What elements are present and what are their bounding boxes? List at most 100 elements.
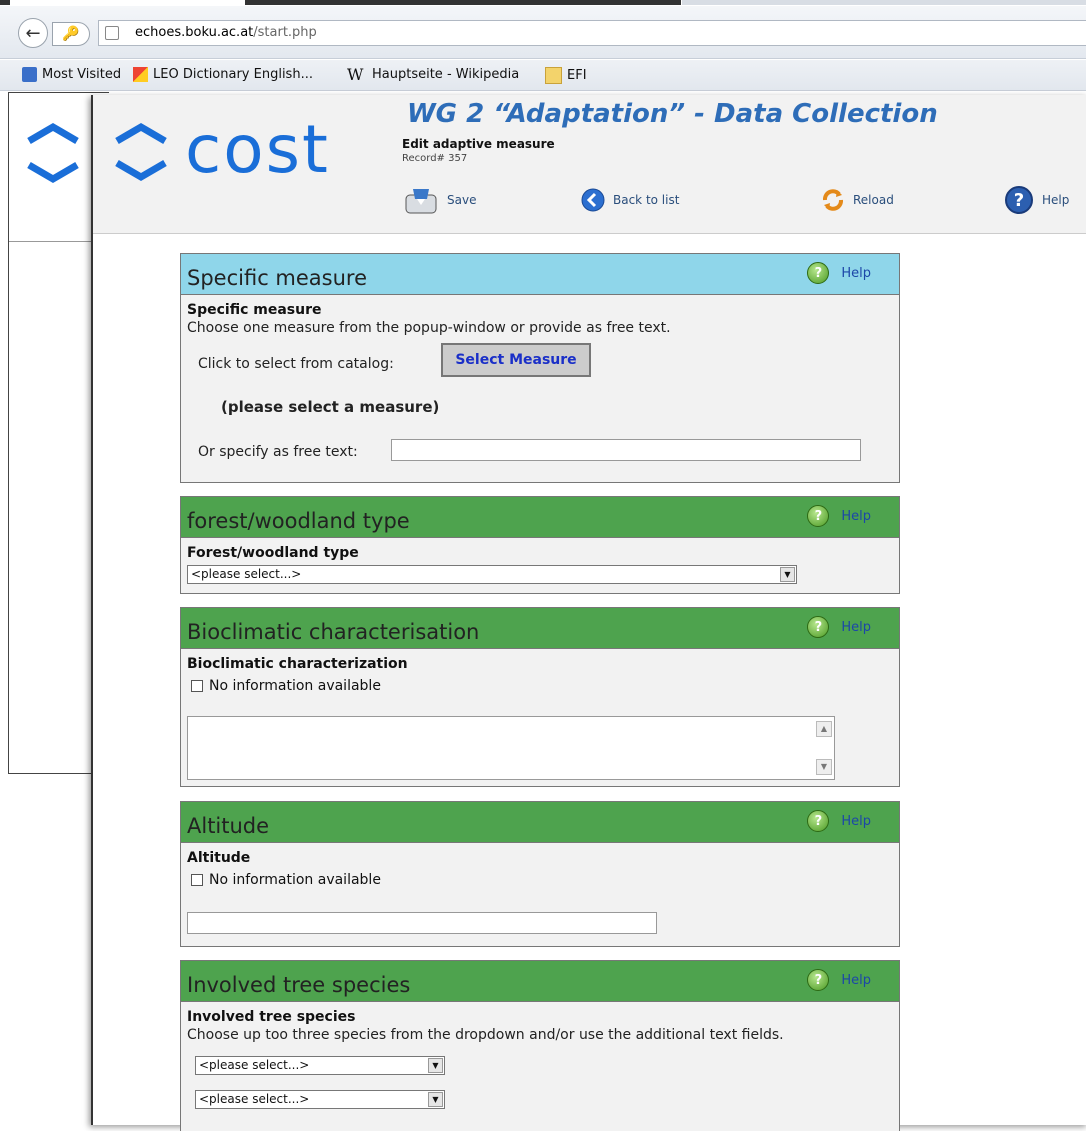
window-edge-segment: [245, 0, 681, 5]
section-specific-measure: Specific measure ? Help Specific measure…: [180, 253, 900, 483]
section-header: Altitude ? Help: [181, 802, 899, 843]
logo-text: cost: [185, 111, 330, 188]
help-button[interactable]: ? Help: [1004, 185, 1069, 215]
wikipedia-icon: W: [347, 65, 364, 84]
field-label: Involved tree species: [187, 1009, 356, 1025]
section-help-link[interactable]: ? Help: [807, 616, 871, 638]
record-number: Record# 357: [402, 153, 468, 164]
bookmark-most-visited[interactable]: Most Visited: [22, 67, 121, 82]
field-label: Forest/woodland type: [187, 545, 359, 561]
checkbox-box[interactable]: [191, 680, 203, 692]
save-button[interactable]: Save: [403, 185, 476, 215]
no-info-checkbox[interactable]: No information available: [191, 678, 381, 694]
identity-key-icon[interactable]: 🔑: [52, 22, 90, 46]
dropdown-arrow-icon: ▼: [780, 567, 795, 582]
catalog-label: Click to select from catalog:: [198, 356, 394, 372]
select-value: <please select...>: [199, 1058, 310, 1072]
forest-type-select[interactable]: <please select...> ▼: [187, 565, 797, 584]
back-arrow-icon[interactable]: ←: [18, 18, 48, 48]
help-icon: ?: [807, 505, 830, 527]
help-link-label: Help: [841, 508, 871, 524]
help-icon: ?: [807, 616, 830, 638]
section-help-link[interactable]: ? Help: [807, 262, 871, 284]
checkbox-label: No information available: [209, 872, 381, 888]
scroll-down-icon[interactable]: ▼: [816, 759, 832, 775]
bookmark-efi[interactable]: EFI: [545, 67, 587, 84]
select-measure-button[interactable]: Select Measure: [441, 343, 591, 377]
section-title: Specific measure: [187, 266, 367, 290]
reload-icon: [821, 188, 845, 212]
window-edge-segment: [682, 0, 1086, 5]
help-label: Help: [1042, 193, 1070, 207]
field-description: Choose up too three species from the dro…: [187, 1027, 784, 1043]
page-subtitle: Edit adaptive measure: [402, 137, 555, 151]
section-bioclimatic: Bioclimatic characterisation ? Help Bioc…: [180, 607, 900, 787]
help-link-label: Help: [841, 619, 871, 635]
section-tree-species: Involved tree species ? Help Involved tr…: [180, 960, 900, 1131]
help-icon: ?: [807, 262, 830, 284]
cost-logo: cost: [107, 111, 347, 188]
reload-button[interactable]: Reload: [821, 188, 894, 212]
no-info-checkbox[interactable]: No information available: [191, 872, 381, 888]
section-title: forest/woodland type: [187, 509, 410, 533]
app-window: cost WG 2 “Adaptation” - Data Collection…: [91, 95, 1086, 1131]
altitude-input[interactable]: [187, 912, 657, 934]
section-header: Involved tree species ? Help: [181, 961, 899, 1002]
dropdown-arrow-icon: ▼: [428, 1058, 443, 1073]
help-icon: ?: [807, 810, 830, 832]
field-description: Choose one measure from the popup-window…: [187, 320, 671, 336]
folder-icon: [545, 67, 562, 84]
help-link-label: Help: [841, 813, 871, 829]
selected-measure-note: (please select a measure): [221, 398, 440, 416]
bookmark-label: Most Visited: [42, 67, 122, 82]
page-icon: [105, 26, 119, 40]
save-icon: [403, 185, 439, 215]
section-header: forest/woodland type ? Help: [181, 497, 899, 538]
bookmarks-bar: Most Visited LEO Dictionary English... W…: [0, 60, 1086, 91]
help-link-label: Help: [841, 972, 871, 988]
bookmark-leo[interactable]: LEO Dictionary English...: [133, 67, 313, 82]
section-help-link[interactable]: ? Help: [807, 505, 871, 527]
help-circle-icon: ?: [1004, 185, 1034, 215]
back-to-list-button[interactable]: Back to list: [581, 188, 679, 212]
free-text-input[interactable]: [391, 439, 861, 461]
bioclimatic-textarea[interactable]: ▲ ▼: [187, 716, 835, 780]
help-link-label: Help: [841, 265, 871, 281]
cost-logo-icon: [27, 122, 79, 184]
select-value: <please select...>: [191, 567, 302, 581]
url-domain: echoes.boku.ac.at: [135, 25, 254, 40]
section-title: Bioclimatic characterisation: [187, 620, 480, 644]
section-header: Bioclimatic characterisation ? Help: [181, 608, 899, 649]
species-select-2[interactable]: <please select...> ▼: [195, 1090, 445, 1109]
section-title: Involved tree species: [187, 973, 411, 997]
back-to-list-label: Back to list: [613, 193, 680, 207]
select-value: <please select...>: [199, 1092, 310, 1106]
help-icon: ?: [807, 969, 830, 991]
free-text-label: Or specify as free text:: [198, 444, 358, 460]
browser-navbar: ← 🔑 echoes.boku.ac.at/start.php: [0, 6, 1086, 59]
section-help-link[interactable]: ? Help: [807, 969, 871, 991]
save-label: Save: [447, 193, 477, 207]
checkbox-box[interactable]: [191, 874, 203, 886]
section-altitude: Altitude ? Help Altitude No information …: [180, 801, 900, 947]
bookmark-label: EFI: [567, 68, 587, 83]
section-title: Altitude: [187, 814, 270, 838]
url-text: echoes.boku.ac.at/start.php: [135, 25, 317, 40]
section-help-link[interactable]: ? Help: [807, 810, 871, 832]
bookmark-wikipedia[interactable]: W Hauptseite - Wikipedia: [347, 65, 520, 84]
leo-icon: [133, 67, 148, 82]
scrollbar[interactable]: ▲ ▼: [816, 721, 832, 775]
section-forest-type: forest/woodland type ? Help Forest/woodl…: [180, 496, 900, 594]
field-label: Specific measure: [187, 302, 322, 318]
most-visited-icon: [22, 67, 37, 82]
species-select-1[interactable]: <please select...> ▼: [195, 1056, 445, 1075]
field-label: Bioclimatic characterization: [187, 656, 408, 672]
checkbox-label: No information available: [209, 678, 381, 694]
bookmark-label: Hauptseite - Wikipedia: [372, 67, 520, 82]
section-header: Specific measure ? Help: [181, 254, 899, 295]
address-bar[interactable]: echoes.boku.ac.at/start.php: [98, 20, 1086, 46]
dropdown-arrow-icon: ▼: [428, 1092, 443, 1107]
app-header: cost WG 2 “Adaptation” - Data Collection…: [93, 95, 1086, 234]
scroll-up-icon[interactable]: ▲: [816, 721, 832, 737]
reload-label: Reload: [853, 193, 894, 207]
